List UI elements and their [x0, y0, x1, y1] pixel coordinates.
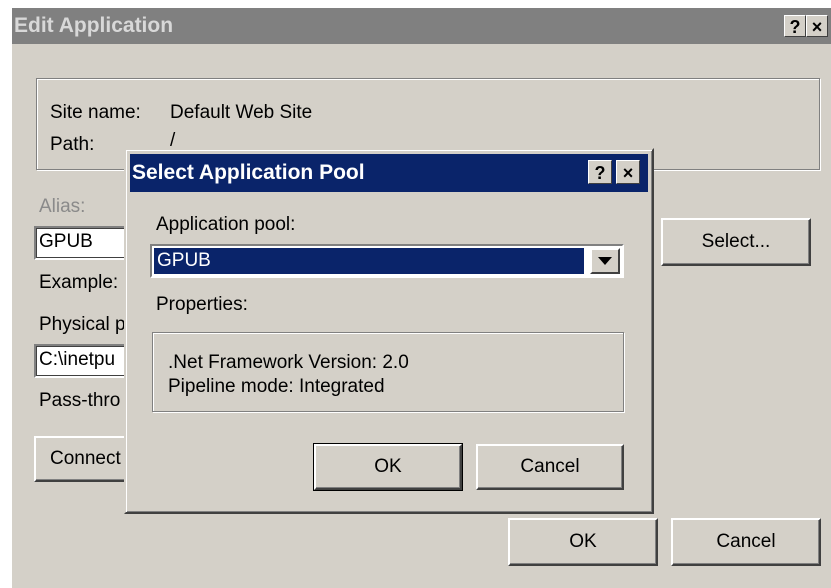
close-icon[interactable]: ×: [616, 160, 640, 184]
ok-button[interactable]: OK: [508, 518, 658, 566]
dropdown-arrow-icon[interactable]: [590, 248, 620, 274]
site-name-value: Default Web Site: [170, 102, 313, 123]
edit-application-title: Edit Application: [14, 14, 174, 37]
select-pool-titlebar[interactable]: Select Application Pool: [130, 154, 648, 192]
cancel-button[interactable]: Cancel: [671, 518, 821, 566]
select-pool-title: Select Application Pool: [132, 161, 365, 184]
help-icon[interactable]: ?: [784, 15, 806, 37]
edit-application-titlebar[interactable]: Edit Application: [12, 8, 831, 44]
example-label: Example:: [39, 272, 119, 293]
properties-label: Properties:: [156, 294, 248, 315]
alias-label: Alias:: [39, 196, 86, 217]
application-pool-dropdown[interactable]: GPUB: [150, 244, 624, 278]
help-icon[interactable]: ?: [588, 160, 612, 184]
application-pool-label: Application pool:: [156, 214, 296, 235]
select-pool-button[interactable]: Select...: [661, 218, 811, 266]
pool-cancel-button[interactable]: Cancel: [476, 444, 624, 490]
application-pool-selected-value: GPUB: [154, 248, 584, 274]
pool-ok-button[interactable]: OK: [313, 443, 463, 491]
site-name-label: Site name:: [50, 102, 141, 123]
pipeline-mode-text: Pipeline mode: Integrated: [168, 376, 385, 397]
physical-path-label: Physical p: [39, 314, 126, 335]
select-application-pool-dialog: Select Application Pool ? × Application …: [124, 148, 654, 514]
close-icon[interactable]: ×: [806, 15, 828, 37]
path-label: Path:: [50, 134, 95, 155]
pass-through-label: Pass-thro: [39, 390, 121, 411]
framework-version-text: .Net Framework Version: 2.0: [168, 352, 409, 373]
